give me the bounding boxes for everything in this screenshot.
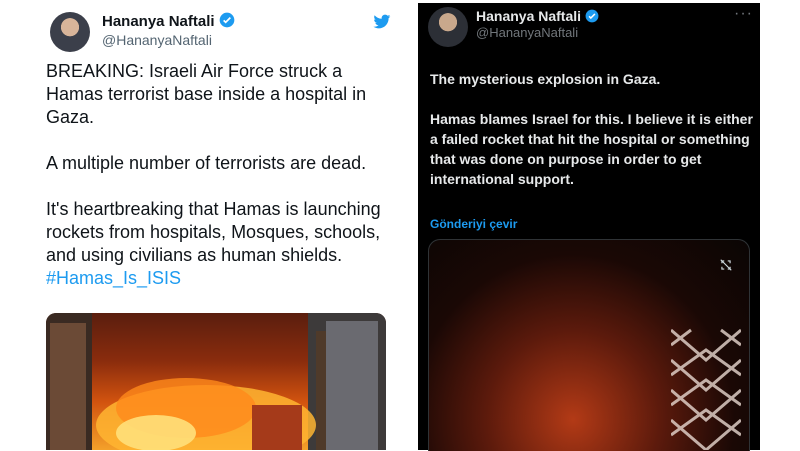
tweet-paragraph-last: It's heartbreaking that Hamas is launchi… bbox=[46, 198, 396, 290]
author-name[interactable]: Hananya Naftali bbox=[102, 13, 215, 30]
fence-silhouette bbox=[671, 328, 741, 450]
tweet-media-explosion-image[interactable] bbox=[428, 239, 750, 451]
author-avatar[interactable] bbox=[428, 7, 468, 47]
sensitive-media-icon[interactable] bbox=[719, 258, 733, 277]
twitter-bird-icon bbox=[373, 14, 391, 35]
author-handle[interactable]: @HananyaNaftali bbox=[102, 32, 212, 48]
hashtag-link[interactable]: #Hamas_Is_ISIS bbox=[46, 268, 181, 288]
tweet-media-fire-image[interactable] bbox=[46, 313, 386, 450]
tweet-paragraph: A multiple number of terrorists are dead… bbox=[46, 153, 367, 173]
tweet-paragraph: The mysterious explosion in Gaza. bbox=[430, 71, 661, 87]
author-name-row[interactable]: Hananya Naftali bbox=[102, 12, 235, 32]
tweet-card-dark[interactable]: Hananya Naftali @HananyaNaftali ··· The … bbox=[418, 3, 760, 451]
tweet-card-light[interactable]: Hananya Naftali @HananyaNaftali BREAKING… bbox=[30, 0, 400, 450]
more-options-icon[interactable]: ··· bbox=[734, 5, 753, 23]
tweet-text: The mysterious explosion in Gaza. Hamas … bbox=[430, 69, 758, 209]
translate-post-link[interactable]: Gönderiyi çevir bbox=[430, 217, 517, 231]
author-name[interactable]: Hananya Naftali bbox=[476, 8, 581, 24]
author-handle[interactable]: @HananyaNaftali bbox=[476, 25, 578, 40]
tweet-paragraph: BREAKING: Israeli Air Force struck a Ham… bbox=[46, 61, 367, 127]
tweet-text: BREAKING: Israeli Air Force struck a Ham… bbox=[46, 60, 396, 313]
tweet-paragraph-text: It's heartbreaking that Hamas is launchi… bbox=[46, 199, 381, 265]
verified-badge-icon bbox=[219, 12, 235, 32]
fire-scene bbox=[46, 313, 386, 450]
author-avatar[interactable] bbox=[50, 12, 90, 52]
verified-badge-icon bbox=[585, 9, 599, 26]
author-name-row[interactable]: Hananya Naftali bbox=[476, 8, 599, 26]
tweet-paragraph: Hamas blames Israel for this. I believe … bbox=[430, 111, 753, 187]
